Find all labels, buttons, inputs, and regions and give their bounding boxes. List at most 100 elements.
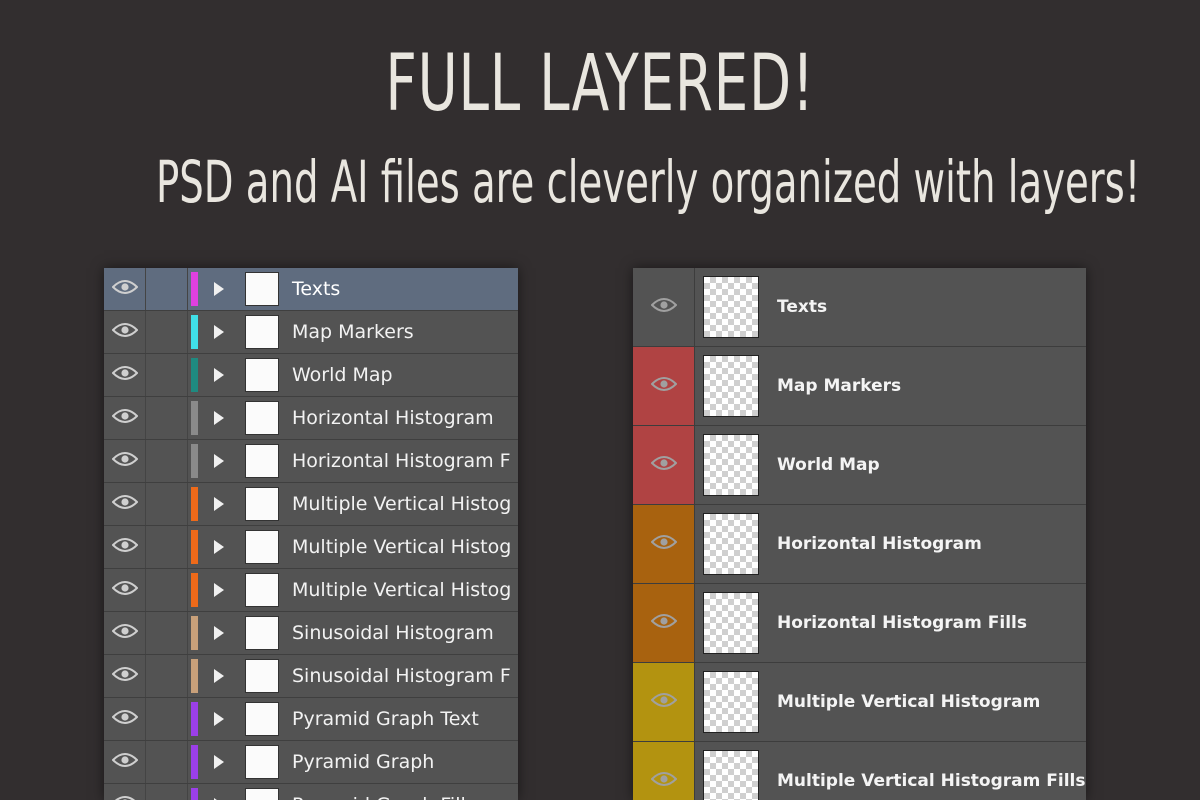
ai-layer-row[interactable]: Multiple Vertical Histog (104, 569, 518, 612)
ai-layer-row[interactable]: Texts (104, 268, 518, 311)
visibility-toggle[interactable] (104, 311, 146, 353)
layer-thumbnail (245, 573, 279, 607)
visibility-toggle[interactable] (633, 505, 695, 583)
layer-label: Sinusoidal Histogram (292, 622, 494, 644)
layer-thumbnail (245, 358, 279, 392)
layer-label: Horizontal Histogram F (292, 450, 511, 472)
layer-label: Multiple Vertical Histogram Fills (777, 771, 1086, 791)
eye-icon (111, 365, 138, 385)
lock-toggle[interactable] (146, 311, 188, 353)
visibility-toggle[interactable] (104, 741, 146, 783)
disclosure-triangle-icon[interactable] (214, 626, 224, 640)
ai-layer-row[interactable]: Horizontal Histogram F (104, 440, 518, 483)
disclosure-triangle-icon[interactable] (214, 540, 224, 554)
lock-toggle[interactable] (146, 784, 188, 800)
disclosure-triangle-icon[interactable] (214, 583, 224, 597)
ps-layer-row[interactable]: Map Markers (633, 347, 1086, 426)
visibility-toggle[interactable] (104, 397, 146, 439)
ps-layers-panel: Texts Map Markers World Map Horizontal Hist… (633, 268, 1086, 800)
layer-label: Map Markers (777, 376, 902, 396)
ai-layer-row[interactable]: Pyramid Graph (104, 741, 518, 784)
layer-thumbnail (245, 272, 279, 306)
ai-layer-row[interactable]: Map Markers (104, 311, 518, 354)
layer-thumbnail (703, 671, 759, 733)
layer-thumbnail (245, 444, 279, 478)
layer-thumbnail (703, 513, 759, 575)
eye-icon (111, 709, 138, 729)
ai-layer-row[interactable]: Sinusoidal Histogram F (104, 655, 518, 698)
visibility-toggle[interactable] (633, 584, 695, 662)
layer-thumbnail (245, 788, 279, 800)
visibility-toggle[interactable] (104, 440, 146, 482)
visibility-toggle[interactable] (104, 612, 146, 654)
lock-toggle[interactable] (146, 526, 188, 568)
eye-icon (111, 666, 138, 686)
ai-layer-row[interactable]: Multiple Vertical Histog (104, 483, 518, 526)
ps-layer-row[interactable]: Horizontal Histogram (633, 505, 1086, 584)
visibility-toggle[interactable] (633, 347, 695, 425)
lock-toggle[interactable] (146, 612, 188, 654)
layer-thumbnail (703, 592, 759, 654)
layer-thumbnail (245, 401, 279, 435)
ai-layer-row[interactable]: World Map (104, 354, 518, 397)
disclosure-triangle-icon[interactable] (214, 755, 224, 769)
disclosure-triangle-icon[interactable] (214, 411, 224, 425)
layer-thumbnail (245, 487, 279, 521)
ai-layer-row[interactable]: Pyramid Graph Text (104, 698, 518, 741)
ai-layer-row[interactable]: Pyramid Graph Fills (104, 784, 518, 800)
disclosure-triangle-icon[interactable] (214, 712, 224, 726)
layer-label: Multiple Vertical Histog (292, 493, 512, 515)
layer-label: Multiple Vertical Histog (292, 536, 512, 558)
visibility-toggle[interactable] (104, 483, 146, 525)
visibility-toggle[interactable] (104, 268, 146, 310)
layer-thumbnail (703, 355, 759, 417)
visibility-toggle[interactable] (104, 569, 146, 611)
layer-color-swatch (191, 659, 198, 693)
ps-layer-row[interactable]: Multiple Vertical Histogram (633, 663, 1086, 742)
lock-toggle[interactable] (146, 440, 188, 482)
visibility-toggle[interactable] (633, 742, 695, 800)
visibility-toggle[interactable] (633, 426, 695, 504)
lock-toggle[interactable] (146, 655, 188, 697)
layer-thumbnail (245, 702, 279, 736)
ai-layer-row[interactable]: Multiple Vertical Histog (104, 526, 518, 569)
lock-toggle[interactable] (146, 569, 188, 611)
lock-toggle[interactable] (146, 483, 188, 525)
layer-thumbnail (245, 315, 279, 349)
disclosure-triangle-icon[interactable] (214, 282, 224, 296)
eye-icon (650, 534, 677, 554)
layer-label: Multiple Vertical Histog (292, 579, 512, 601)
lock-toggle[interactable] (146, 268, 188, 310)
ai-layer-row[interactable]: Horizontal Histogram (104, 397, 518, 440)
ai-layer-row[interactable]: Sinusoidal Histogram (104, 612, 518, 655)
lock-toggle[interactable] (146, 397, 188, 439)
lock-toggle[interactable] (146, 354, 188, 396)
visibility-toggle[interactable] (633, 663, 695, 741)
lock-toggle[interactable] (146, 741, 188, 783)
eye-icon (650, 297, 677, 317)
disclosure-triangle-icon[interactable] (214, 669, 224, 683)
ps-layer-row[interactable]: Multiple Vertical Histogram Fills (633, 742, 1086, 800)
layer-color-swatch (191, 702, 198, 736)
ps-layer-row[interactable]: World Map (633, 426, 1086, 505)
disclosure-triangle-icon[interactable] (214, 325, 224, 339)
eye-icon (650, 771, 677, 791)
eye-icon (650, 376, 677, 396)
layer-label: Pyramid Graph Text (292, 708, 479, 730)
disclosure-triangle-icon[interactable] (214, 368, 224, 382)
visibility-toggle[interactable] (104, 698, 146, 740)
layer-label: Texts (777, 297, 828, 317)
layer-color-swatch (191, 444, 198, 478)
layer-label: World Map (777, 455, 880, 475)
visibility-toggle[interactable] (104, 526, 146, 568)
ps-layer-row[interactable]: Texts (633, 268, 1086, 347)
layer-thumbnail (245, 530, 279, 564)
visibility-toggle[interactable] (104, 784, 146, 800)
visibility-toggle[interactable] (104, 354, 146, 396)
lock-toggle[interactable] (146, 698, 188, 740)
disclosure-triangle-icon[interactable] (214, 454, 224, 468)
ps-layer-row[interactable]: Horizontal Histogram Fills (633, 584, 1086, 663)
disclosure-triangle-icon[interactable] (214, 497, 224, 511)
visibility-toggle[interactable] (104, 655, 146, 697)
visibility-toggle[interactable] (633, 268, 695, 346)
